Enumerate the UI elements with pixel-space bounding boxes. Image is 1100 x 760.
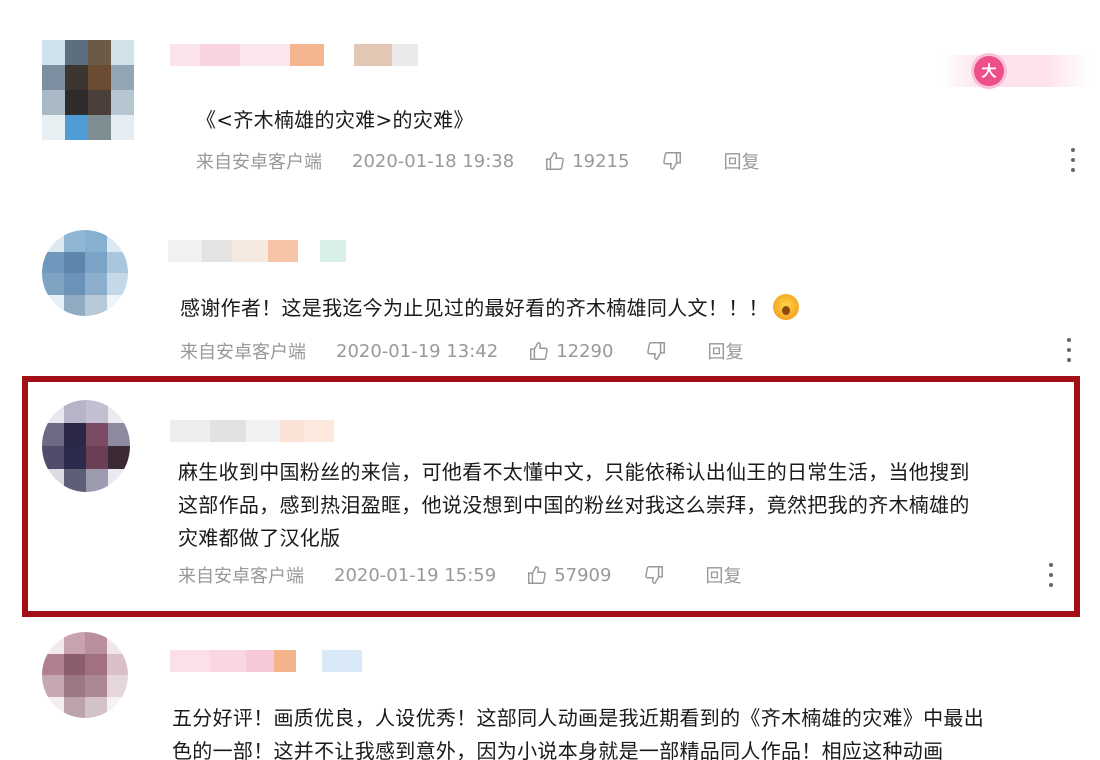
more-icon[interactable] bbox=[1046, 563, 1056, 587]
username[interactable] bbox=[168, 240, 346, 262]
comment-text-body: 感谢作者！这是我迄今为止见过的最好看的齐木楠雄同人文！！！ bbox=[180, 296, 769, 320]
like-button[interactable]: 19215 bbox=[544, 150, 629, 172]
like-count: 12290 bbox=[556, 340, 614, 362]
reply-button[interactable]: 回复 bbox=[707, 338, 743, 364]
comment-line: 五分好评！画质优良，人设优秀！这部同人动画是我近期看到的《齐木楠雄的灾难》中最出 bbox=[172, 706, 984, 730]
more-icon[interactable] bbox=[1068, 148, 1078, 172]
emoji-icon bbox=[772, 294, 799, 320]
reply-button[interactable]: 回复 bbox=[723, 148, 759, 174]
user-badge-background bbox=[940, 55, 1090, 87]
like-button[interactable]: 57909 bbox=[526, 564, 611, 586]
more-icon[interactable] bbox=[1064, 338, 1074, 362]
comment-time: 2020-01-19 15:59 bbox=[334, 564, 497, 586]
like-count: 57909 bbox=[554, 564, 612, 586]
thumbs-down-icon bbox=[645, 566, 664, 584]
avatar[interactable] bbox=[42, 400, 130, 492]
dislike-button[interactable] bbox=[643, 564, 665, 586]
username[interactable] bbox=[170, 650, 362, 672]
comment-source: 来自安卓客户端 bbox=[180, 342, 306, 363]
comment-meta: 来自安卓客户端 2020-01-19 13:42 12290 回复 bbox=[180, 338, 743, 364]
comment-source: 来自安卓客户端 bbox=[178, 566, 304, 587]
comment-meta: 来自安卓客户端 2020-01-18 19:38 19215 回复 bbox=[196, 148, 759, 174]
comment-text: 麻生收到中国粉丝的来信，可他看不太懂中文，只能依稀认出仙王的日常生活，当他搜到 … bbox=[178, 456, 1068, 555]
avatar[interactable] bbox=[42, 632, 128, 718]
comment-text: 五分好评！画质优良，人设优秀！这部同人动画是我近期看到的《齐木楠雄的灾难》中最出… bbox=[172, 702, 1072, 760]
comment-time: 2020-01-19 13:42 bbox=[336, 340, 499, 362]
reply-button[interactable]: 回复 bbox=[705, 562, 741, 588]
comment-text: 感谢作者！这是我迄今为止见过的最好看的齐木楠雄同人文！！！ bbox=[180, 292, 799, 325]
thumbs-up-icon bbox=[546, 152, 565, 170]
thumbs-up-icon bbox=[530, 342, 549, 360]
comment-line: 麻生收到中国粉丝的来信，可他看不太懂中文，只能依稀认出仙王的日常生活，当他搜到 bbox=[178, 460, 970, 484]
comment-line: 色的一部！这并不让我感到意外，因为小说本身就是一部精品同人作品！相应这种动画 bbox=[172, 739, 944, 760]
user-level-badge: 大 bbox=[974, 56, 1004, 86]
like-button[interactable]: 12290 bbox=[528, 340, 613, 362]
comment-time: 2020-01-18 19:38 bbox=[352, 150, 515, 172]
comment-meta: 来自安卓客户端 2020-01-19 15:59 57909 回复 bbox=[178, 562, 741, 588]
username[interactable] bbox=[170, 420, 334, 442]
username[interactable] bbox=[170, 44, 418, 66]
comment-line: 灾难都做了汉化版 bbox=[178, 526, 341, 550]
thumbs-up-icon bbox=[528, 566, 547, 584]
dislike-button[interactable] bbox=[645, 340, 667, 362]
dislike-button[interactable] bbox=[661, 150, 683, 172]
like-count: 19215 bbox=[572, 150, 630, 172]
comment-line: 这部作品，感到热泪盈眶，他说没想到中国的粉丝对我这么崇拜，竟然把我的齐木楠雄的 bbox=[178, 493, 970, 517]
comment-text: 《<齐木楠雄的灾难>的灾难》 bbox=[196, 108, 474, 132]
thumbs-down-icon bbox=[663, 152, 682, 170]
avatar[interactable] bbox=[42, 230, 128, 316]
comment-source: 来自安卓客户端 bbox=[196, 152, 322, 173]
avatar[interactable] bbox=[42, 40, 134, 140]
thumbs-down-icon bbox=[647, 342, 666, 360]
